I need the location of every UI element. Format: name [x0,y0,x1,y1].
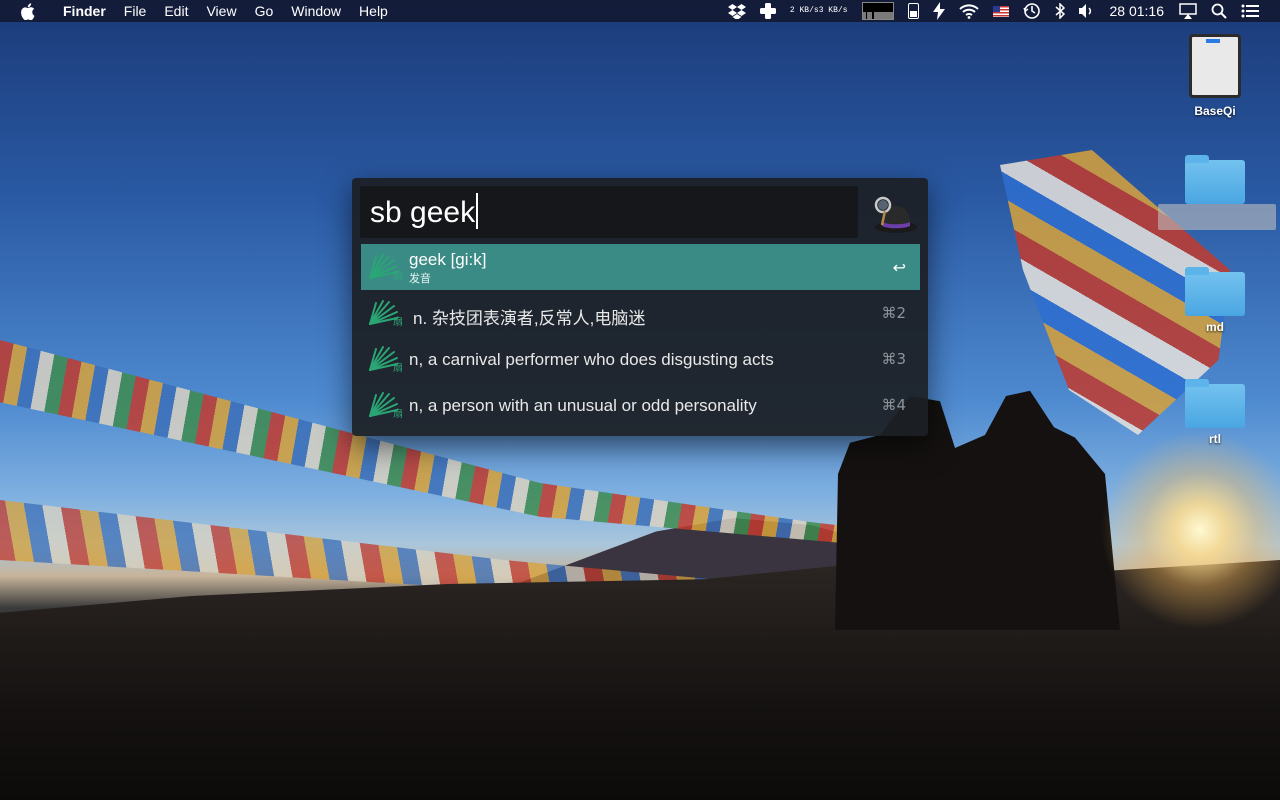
lightning-icon[interactable] [932,0,945,22]
icon-glyph: 扇 [393,409,403,420]
menu-go[interactable]: Go [246,0,283,22]
alfred-query-text: sb geek [370,196,476,229]
icon-glyph: 扇 [393,317,403,328]
desktop-icon-label-redacted [1158,204,1276,230]
net-down: 3 KB/s [818,6,848,15]
cpu-graph-icon[interactable] [861,0,894,22]
desktop-icon-folder-rtl[interactable]: rtl [1170,379,1260,446]
desktop-icon-label: md [1206,320,1224,334]
folder-icon [1185,155,1245,204]
notification-center-icon[interactable] [1241,0,1259,22]
icon-glyph: 扇 [393,271,403,282]
network-speed[interactable]: 2 KB/s 3 KB/s [790,0,848,22]
menubar-clock[interactable]: 28 01:16 [1110,3,1165,19]
wifi-icon[interactable] [958,0,979,22]
menu-app-name[interactable]: Finder [54,0,115,22]
alfred-result-item[interactable]: 扇 geek [gi:k] 发音 ↩ [361,244,920,290]
alfred-hat-icon[interactable] [870,194,918,236]
menu-view[interactable]: View [197,0,245,22]
medical-cross-icon[interactable] [759,0,776,22]
folder-icon [1185,379,1245,428]
folder-icon [1185,267,1245,316]
alfred-search-row: sb geek [360,186,920,238]
dictionary-fan-icon: 扇 [367,390,403,420]
alfred-result-item[interactable]: 扇 n. 杂技团表演者,反常人,电脑迷 ⌘2 [361,290,920,336]
result-shortcut: ⌘2 [881,304,906,322]
result-title: n, a person with an unusual or odd perso… [409,396,757,415]
time-machine-icon[interactable] [1022,0,1041,22]
airplay-icon[interactable] [1179,0,1197,22]
dictionary-fan-icon: 扇 [367,344,403,374]
desktop-icon-drive[interactable]: BaseQi [1170,34,1260,118]
result-title: geek [gi:k] [409,250,487,269]
volume-icon[interactable] [1078,0,1095,22]
result-title: n, a carnival performer who does disgust… [409,350,774,369]
dropbox-icon[interactable] [727,0,746,22]
battery-icon[interactable] [907,0,919,22]
menu-window[interactable]: Window [282,0,350,22]
desktop-icon-label: BaseQi [1194,104,1236,118]
alfred-results-list: 扇 geek [gi:k] 发音 ↩ 扇 n. 杂技团表演者,反常人,电脑迷 ⌘… [361,244,920,428]
input-source-flag-icon[interactable] [992,0,1009,22]
alfred-window: sb geek 扇 geek [gi:k] 发音 ↩ 扇 n. 杂技团表演者,反… [352,178,928,436]
result-shortcut: ⌘3 [881,350,906,368]
alfred-result-item[interactable]: 扇 n, a person with an unusual or odd per… [361,382,920,428]
menu-edit[interactable]: Edit [155,0,197,22]
result-shortcut: ⌘4 [881,396,906,414]
dictionary-fan-icon: 扇 [367,298,403,328]
drive-icon [1189,34,1241,98]
bluetooth-icon[interactable] [1055,0,1065,22]
spotlight-search-icon[interactable] [1211,0,1227,22]
result-subtitle: 发音 [409,272,431,285]
alfred-result-item[interactable]: 扇 n, a carnival performer who does disgu… [361,336,920,382]
result-title: n. 杂技团表演者,反常人,电脑迷 [413,309,646,328]
dictionary-fan-icon: 扇 [367,252,403,282]
net-up: 2 KB/s [789,6,819,15]
result-shortcut: ↩ [892,258,906,277]
desktop-icon-folder-md[interactable]: md [1170,267,1260,334]
text-caret [476,193,478,229]
desktop-icon-label: rtl [1209,432,1221,446]
desktop-icon-folder[interactable] [1170,155,1260,208]
apple-menu-icon[interactable] [20,2,38,20]
icon-glyph: 扇 [393,363,403,374]
menu-file[interactable]: File [115,0,156,22]
menu-bar: Finder File Edit View Go Window Help 2 K… [0,0,1280,22]
alfred-search-input[interactable]: sb geek [360,186,858,238]
menu-help[interactable]: Help [350,0,397,22]
